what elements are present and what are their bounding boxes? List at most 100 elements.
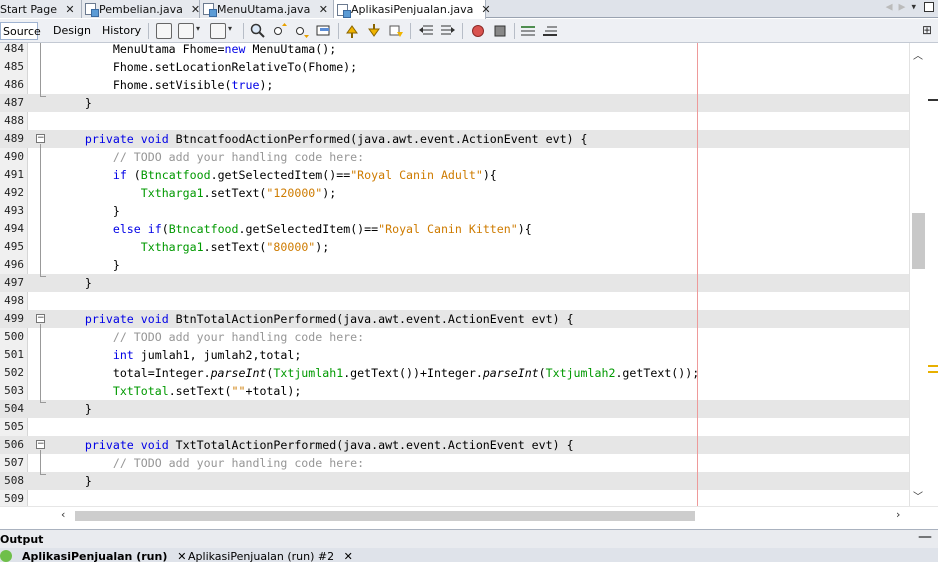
toggle-bookmark-icon[interactable] xyxy=(344,23,360,39)
code-line[interactable]: 494 else if(Btncatfood.getSelectedItem()… xyxy=(0,220,909,238)
design-tab[interactable]: Design xyxy=(51,22,93,40)
code-line[interactable]: 508 } xyxy=(0,472,909,490)
shift-right-icon[interactable] xyxy=(440,23,456,39)
tab-menuutama[interactable]: MenuUtama.java ✕ xyxy=(200,0,334,18)
scroll-left-icon[interactable]: ◀ xyxy=(886,3,899,13)
code-line[interactable]: 485 Fhome.setLocationRelativeTo(Fhome); xyxy=(0,58,909,76)
code-line[interactable]: 484 MenuUtama Fhome=new MenuUtama(); xyxy=(0,43,909,58)
find-next-icon[interactable] xyxy=(294,23,310,39)
code-text[interactable]: } xyxy=(57,202,120,220)
shift-left-icon[interactable] xyxy=(418,23,434,39)
back-icon[interactable] xyxy=(178,23,194,39)
code-text[interactable]: // TODO add your handling code here: xyxy=(57,148,364,166)
scroll-right-icon[interactable]: › xyxy=(896,508,900,521)
code-line[interactable]: 497 } xyxy=(0,274,909,292)
split-window-icon[interactable]: ⊞ xyxy=(922,23,932,37)
code-text[interactable]: int jumlah1, jumlah2,total; xyxy=(57,346,301,364)
minimize-icon[interactable]: — xyxy=(918,529,932,545)
code-text[interactable]: } xyxy=(57,472,92,490)
code-line[interactable]: 491 if (Btncatfood.getSelectedItem()=="R… xyxy=(0,166,909,184)
fold-collapse-icon[interactable]: − xyxy=(36,440,45,449)
maximize-icon[interactable] xyxy=(924,2,934,12)
line-number: 504 xyxy=(4,402,24,415)
tab-pembelian[interactable]: Pembelian.java ✕ xyxy=(82,0,200,18)
code-line[interactable]: 509 xyxy=(0,490,909,506)
code-text[interactable]: // TODO add your handling code here: xyxy=(57,328,364,346)
next-bookmark-icon[interactable] xyxy=(366,23,382,39)
code-line[interactable]: 505 xyxy=(0,418,909,436)
code-text[interactable]: Fhome.setVisible(true); xyxy=(57,76,274,94)
code-line[interactable]: 498 xyxy=(0,292,909,310)
code-line[interactable]: 490 // TODO add your handling code here: xyxy=(0,148,909,166)
code-text[interactable]: Txtharga1.setText("80000"); xyxy=(57,238,330,256)
stop-macro-recording-icon[interactable] xyxy=(492,23,508,39)
code-line[interactable]: 500 // TODO add your handling code here: xyxy=(0,328,909,346)
code-text[interactable]: total=Integer.parseInt(Txtjumlah1.getTex… xyxy=(57,364,699,382)
code-line[interactable]: 496 } xyxy=(0,256,909,274)
fold-collapse-icon[interactable]: − xyxy=(36,134,45,143)
code-line[interactable]: 499 private void BtnTotalActionPerformed… xyxy=(0,310,909,328)
code-line[interactable]: 507 // TODO add your handling code here: xyxy=(0,454,909,472)
code-text[interactable]: private void TxtTotalActionPerformed(jav… xyxy=(57,436,574,454)
code-line[interactable]: 493 } xyxy=(0,202,909,220)
find-previous-icon[interactable] xyxy=(272,23,288,39)
code-text[interactable]: Fhome.setLocationRelativeTo(Fhome); xyxy=(57,58,357,76)
code-text[interactable]: } xyxy=(57,400,92,418)
tab-list-icon[interactable]: ▾ xyxy=(911,3,922,13)
comment-icon[interactable] xyxy=(520,23,536,39)
code-line[interactable]: 489 private void BtncatfoodActionPerform… xyxy=(0,130,909,148)
vertical-scrollbar[interactable]: ︿ ﹀ xyxy=(909,43,938,506)
code-line[interactable]: 504 } xyxy=(0,400,909,418)
last-edit-icon[interactable] xyxy=(156,23,172,39)
code-text[interactable]: private void BtnTotalActionPerformed(jav… xyxy=(57,310,574,328)
code-line[interactable]: 503 TxtTotal.setText(""+total); xyxy=(0,382,909,400)
code-text[interactable]: // TODO add your handling code here: xyxy=(57,454,364,472)
code-line[interactable]: 495 Txtharga1.setText("80000"); xyxy=(0,238,909,256)
start-macro-recording-icon[interactable] xyxy=(470,23,486,39)
find-icon[interactable] xyxy=(250,23,266,39)
close-icon[interactable]: ✕ xyxy=(177,550,186,563)
scroll-down-icon[interactable]: ﹀ xyxy=(913,488,923,503)
code-line[interactable]: 488 xyxy=(0,112,909,130)
code-text[interactable]: } xyxy=(57,274,92,292)
code-text[interactable]: private void BtncatfoodActionPerformed(j… xyxy=(57,130,588,148)
previous-bookmark-icon[interactable] xyxy=(388,23,404,39)
forward-dropdown-icon[interactable]: ▾ xyxy=(228,24,232,33)
close-icon[interactable]: ✕ xyxy=(318,3,328,16)
tab-aplikasipenjualan[interactable]: AplikasiPenjualan.java ✕ xyxy=(334,0,491,19)
fold-collapse-icon[interactable]: − xyxy=(36,314,45,323)
code-line[interactable]: 492 Txtharga1.setText("120000"); xyxy=(0,184,909,202)
mark-occurrence-marker[interactable] xyxy=(928,371,938,373)
code-text[interactable]: else if(Btncatfood.getSelectedItem()=="R… xyxy=(57,220,532,238)
code-text[interactable]: } xyxy=(57,94,92,112)
uncomment-icon[interactable] xyxy=(542,23,558,39)
close-icon[interactable]: ✕ xyxy=(344,550,353,563)
close-icon[interactable]: ✕ xyxy=(481,3,490,16)
code-line[interactable]: 487 } xyxy=(0,94,909,112)
forward-icon[interactable] xyxy=(210,23,226,39)
source-tab[interactable]: Source xyxy=(0,22,41,40)
close-icon[interactable]: ✕ xyxy=(65,3,75,16)
scroll-right-icon[interactable]: ▶ xyxy=(899,3,912,13)
code-text[interactable]: MenuUtama Fhome=new MenuUtama(); xyxy=(57,43,336,58)
code-text[interactable]: Txtharga1.setText("120000"); xyxy=(57,184,336,202)
close-icon[interactable]: ✕ xyxy=(191,3,200,16)
horizontal-scrollbar[interactable]: ‹ › xyxy=(0,506,938,524)
code-line[interactable]: 506 private void TxtTotalActionPerformed… xyxy=(0,436,909,454)
code-text[interactable]: } xyxy=(57,256,120,274)
toggle-highlight-icon[interactable] xyxy=(316,23,332,39)
code-editor[interactable]: 484 MenuUtama Fhome=new MenuUtama(); 485 … xyxy=(0,43,938,506)
tab-start-page[interactable]: Start Page ✕ xyxy=(0,0,82,18)
mark-occurrence-marker[interactable] xyxy=(928,365,938,367)
scroll-left-icon[interactable]: ‹ xyxy=(61,508,65,521)
scroll-up-icon[interactable]: ︿ xyxy=(913,47,923,62)
code-line[interactable]: 502 total=Integer.parseInt(Txtjumlah1.ge… xyxy=(0,364,909,382)
horizontal-scroll-thumb[interactable] xyxy=(75,511,695,521)
code-text[interactable]: TxtTotal.setText(""+total); xyxy=(57,382,301,400)
code-line[interactable]: 501 int jumlah1, jumlah2,total; xyxy=(0,346,909,364)
back-dropdown-icon[interactable]: ▾ xyxy=(196,24,200,33)
code-line[interactable]: 486 Fhome.setVisible(true); xyxy=(0,76,909,94)
history-tab[interactable]: History xyxy=(100,22,143,40)
code-text[interactable]: if (Btncatfood.getSelectedItem()=="Royal… xyxy=(57,166,497,184)
vertical-scroll-thumb[interactable] xyxy=(912,213,925,269)
